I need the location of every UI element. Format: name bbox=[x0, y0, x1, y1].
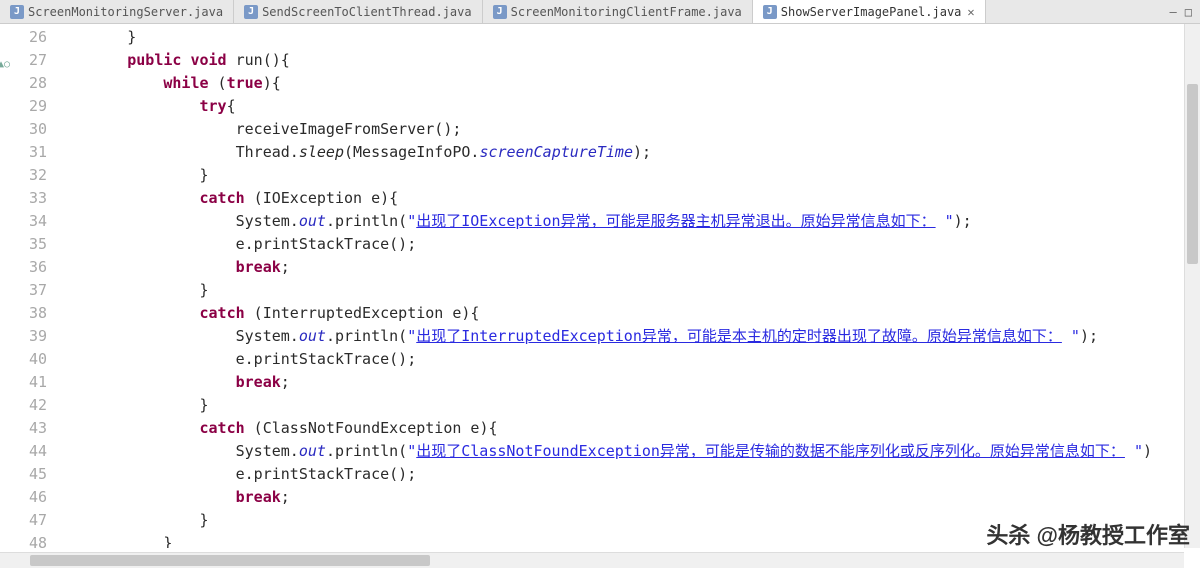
line-number: 41 bbox=[0, 371, 47, 394]
line-number: 44 bbox=[0, 440, 47, 463]
horizontal-scrollbar[interactable] bbox=[0, 552, 1184, 568]
java-file-icon: J bbox=[244, 5, 258, 19]
line-number: 42 bbox=[0, 394, 47, 417]
code-line: System.out.println("出现了InterruptedExcept… bbox=[55, 325, 1200, 348]
line-number: 33 bbox=[0, 187, 47, 210]
code-line: e.printStackTrace(); bbox=[55, 463, 1200, 486]
tab-label: ShowServerImagePanel.java bbox=[781, 5, 962, 19]
line-number: 31 bbox=[0, 141, 47, 164]
code-line: e.printStackTrace(); bbox=[55, 348, 1200, 371]
code-line: e.printStackTrace(); bbox=[55, 233, 1200, 256]
line-number: 26 bbox=[0, 26, 47, 49]
code-area[interactable]: } public void run(){ while (true){ try{ … bbox=[55, 24, 1200, 548]
java-file-icon: J bbox=[493, 5, 507, 19]
tab-bar: J ScreenMonitoringServer.java J SendScreenT… bbox=[0, 0, 1200, 24]
code-line: catch (IOException e){ bbox=[55, 187, 1200, 210]
close-icon[interactable]: ✕ bbox=[967, 5, 974, 19]
code-line: } bbox=[55, 279, 1200, 302]
java-file-icon: J bbox=[10, 5, 24, 19]
line-number: 28 bbox=[0, 72, 47, 95]
line-number: 27▲○ bbox=[0, 49, 47, 72]
code-line: receiveImageFromServer(); bbox=[55, 118, 1200, 141]
line-number: 39 bbox=[0, 325, 47, 348]
tab-label: ScreenMonitoringClientFrame.java bbox=[511, 5, 742, 19]
code-editor[interactable]: 2627▲○2829303132333435363738394041424344… bbox=[0, 24, 1200, 548]
code-line: Thread.sleep(MessageInfoPO.screenCapture… bbox=[55, 141, 1200, 164]
line-number: 40 bbox=[0, 348, 47, 371]
code-line: } bbox=[55, 164, 1200, 187]
line-number: 43 bbox=[0, 417, 47, 440]
code-line: catch (InterruptedException e){ bbox=[55, 302, 1200, 325]
line-number: 29 bbox=[0, 95, 47, 118]
minimize-icon[interactable]: — bbox=[1170, 5, 1177, 19]
java-file-icon: J bbox=[763, 5, 777, 19]
line-gutter: 2627▲○2829303132333435363738394041424344… bbox=[0, 24, 55, 548]
tab-showserverimagepanel-java[interactable]: J ShowServerImagePanel.java ✕ bbox=[753, 0, 986, 23]
line-number: 35 bbox=[0, 233, 47, 256]
code-line: } bbox=[55, 26, 1200, 49]
tab-screenmonitoringserver-java[interactable]: J ScreenMonitoringServer.java bbox=[0, 0, 234, 23]
code-line: System.out.println("出现了ClassNotFoundExce… bbox=[55, 440, 1200, 463]
code-line: } bbox=[55, 532, 1200, 548]
window-controls: — □ bbox=[1170, 0, 1200, 23]
tab-sendscreentoclientthread-java[interactable]: J SendScreenToClientThread.java bbox=[234, 0, 483, 23]
code-line: System.out.println("出现了IOException异常，可能是… bbox=[55, 210, 1200, 233]
line-number: 45 bbox=[0, 463, 47, 486]
code-line: break; bbox=[55, 371, 1200, 394]
line-number: 37 bbox=[0, 279, 47, 302]
code-line: } bbox=[55, 394, 1200, 417]
code-line: try{ bbox=[55, 95, 1200, 118]
code-line: } bbox=[55, 509, 1200, 532]
vertical-scrollbar-thumb[interactable] bbox=[1187, 84, 1198, 264]
tab-label: SendScreenToClientThread.java bbox=[262, 5, 472, 19]
maximize-icon[interactable]: □ bbox=[1185, 5, 1192, 19]
line-number: 38 bbox=[0, 302, 47, 325]
line-number: 47 bbox=[0, 509, 47, 532]
code-line: catch (ClassNotFoundException e){ bbox=[55, 417, 1200, 440]
code-line: break; bbox=[55, 486, 1200, 509]
code-line: public void run(){ bbox=[55, 49, 1200, 72]
horizontal-scrollbar-thumb[interactable] bbox=[30, 555, 430, 566]
line-number: 34 bbox=[0, 210, 47, 233]
code-line: while (true){ bbox=[55, 72, 1200, 95]
line-number: 32 bbox=[0, 164, 47, 187]
vertical-scrollbar[interactable] bbox=[1184, 24, 1200, 548]
tab-screenmonitoringclientframe-java[interactable]: J ScreenMonitoringClientFrame.java bbox=[483, 0, 753, 23]
code-line: break; bbox=[55, 256, 1200, 279]
line-number: 46 bbox=[0, 486, 47, 509]
line-number: 30 bbox=[0, 118, 47, 141]
line-number: 36 bbox=[0, 256, 47, 279]
tab-label: ScreenMonitoringServer.java bbox=[28, 5, 223, 19]
